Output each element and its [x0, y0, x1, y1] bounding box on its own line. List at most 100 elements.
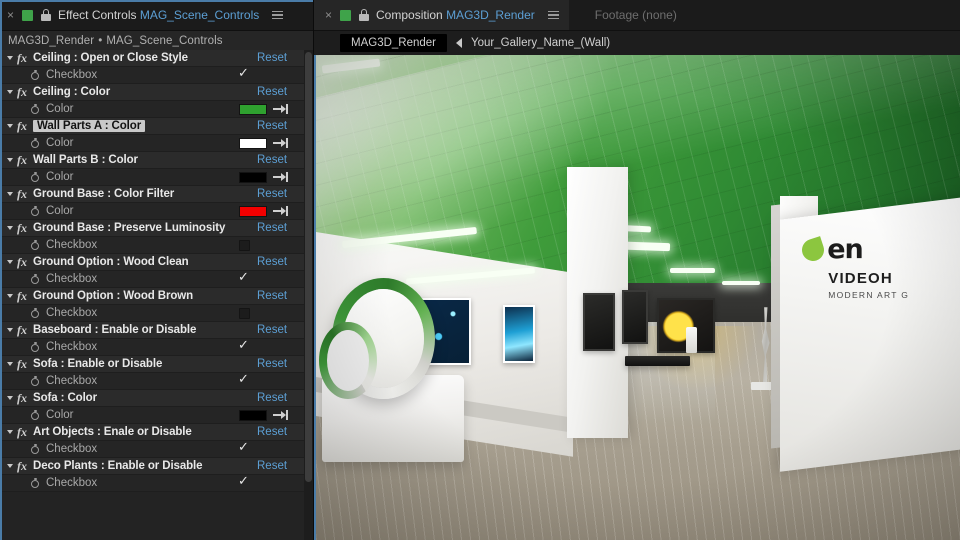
checkbox[interactable]	[238, 372, 250, 387]
color-swatch[interactable]	[239, 171, 267, 183]
stopwatch-icon[interactable]	[30, 239, 40, 251]
eyedropper-icon[interactable]	[273, 172, 289, 182]
effect-name[interactable]: Wall Parts B : Color	[33, 154, 138, 166]
disclosure-triangle-icon[interactable]	[7, 362, 13, 366]
scrollbar-thumb[interactable]	[305, 52, 312, 482]
color-swatch[interactable]	[239, 137, 267, 149]
property-row[interactable]: Checkbox	[0, 338, 313, 356]
effect-row[interactable]: fx Wall Parts B : Color Reset	[0, 152, 313, 169]
effect-row[interactable]: fx Baseboard : Enable or Disable Reset	[0, 322, 313, 339]
effect-name[interactable]: Art Objects : Enale or Disable	[33, 426, 192, 438]
tab-footage[interactable]: Footage (none)	[568, 0, 703, 30]
checkbox[interactable]	[239, 307, 250, 319]
breadcrumb-layer[interactable]: MAG_Scene_Controls	[106, 35, 222, 47]
comp-breadcrumb-name[interactable]: Your_Gallery_Name_(Wall)	[471, 37, 610, 49]
eyedropper-icon[interactable]	[273, 104, 289, 114]
disclosure-triangle-icon[interactable]	[7, 158, 13, 162]
color-swatch[interactable]	[239, 409, 267, 421]
effect-name[interactable]: Ceiling : Color	[33, 86, 110, 98]
property-row[interactable]: Checkbox	[0, 270, 313, 288]
effect-controls-tab-title[interactable]: Effect Controls MAG_Scene_Controls	[58, 8, 259, 22]
property-row[interactable]: Checkbox	[0, 474, 313, 492]
property-row[interactable]: Checkbox	[0, 440, 313, 458]
property-row[interactable]: Color	[0, 135, 313, 152]
comp-breadcrumb-chip[interactable]: MAG3D_Render	[340, 34, 448, 52]
disclosure-triangle-icon[interactable]	[7, 294, 13, 298]
effect-row[interactable]: fx Wall Parts A : Color Reset	[0, 118, 313, 135]
lock-icon[interactable]	[40, 9, 51, 21]
property-row[interactable]: Color	[0, 407, 313, 424]
checkbox[interactable]	[238, 474, 250, 489]
effect-row[interactable]: fx Sofa : Enable or Disable Reset	[0, 356, 313, 373]
disclosure-triangle-icon[interactable]	[7, 226, 13, 230]
disclosure-triangle-icon[interactable]	[7, 260, 13, 264]
composition-viewer[interactable]: en VIDEOH MODERN ART G	[314, 55, 960, 540]
disclosure-triangle-icon[interactable]	[7, 90, 13, 94]
stopwatch-icon[interactable]	[30, 273, 40, 285]
stopwatch-icon[interactable]	[30, 137, 40, 149]
property-row[interactable]: Color	[0, 203, 313, 220]
color-swatch[interactable]	[239, 103, 267, 115]
chevron-left-icon[interactable]	[456, 38, 463, 48]
stopwatch-icon[interactable]	[30, 341, 40, 353]
stopwatch-icon[interactable]	[30, 409, 40, 421]
effect-name[interactable]: Ceiling : Open or Close Style	[33, 52, 188, 64]
disclosure-triangle-icon[interactable]	[7, 430, 13, 434]
stopwatch-icon[interactable]	[30, 477, 40, 489]
effect-row[interactable]: fx Sofa : Color Reset	[0, 390, 313, 407]
effect-name[interactable]: Deco Plants : Enable or Disable	[33, 460, 203, 472]
effect-name[interactable]: Ground Option : Wood Clean	[33, 256, 189, 268]
checkbox[interactable]	[238, 66, 250, 81]
property-row[interactable]: Checkbox	[0, 237, 313, 254]
stopwatch-icon[interactable]	[30, 69, 40, 81]
disclosure-triangle-icon[interactable]	[7, 124, 13, 128]
effect-name[interactable]: Sofa : Color	[33, 392, 97, 404]
checkbox[interactable]	[238, 270, 250, 285]
property-row[interactable]: Checkbox	[0, 66, 313, 84]
effect-row[interactable]: fx Deco Plants : Enable or Disable Reset	[0, 458, 313, 475]
effect-row[interactable]: fx Ground Option : Wood Brown Reset	[0, 288, 313, 305]
stopwatch-icon[interactable]	[30, 307, 40, 319]
effect-name[interactable]: Ground Base : Color Filter	[33, 188, 174, 200]
lock-icon[interactable]	[358, 9, 369, 21]
effect-row[interactable]: fx Ground Base : Preserve Luminosity Reset	[0, 220, 313, 237]
property-row[interactable]: Checkbox	[0, 305, 313, 322]
disclosure-triangle-icon[interactable]	[7, 464, 13, 468]
effect-name[interactable]: Ground Base : Preserve Luminosity	[33, 222, 225, 234]
effect-row[interactable]: fx Ceiling : Open or Close Style Reset	[0, 50, 313, 67]
property-row[interactable]: Checkbox	[0, 372, 313, 390]
stopwatch-icon[interactable]	[30, 171, 40, 183]
stopwatch-icon[interactable]	[30, 443, 40, 455]
property-row[interactable]: Color	[0, 101, 313, 118]
effects-scrollbar[interactable]	[304, 50, 313, 540]
disclosure-triangle-icon[interactable]	[7, 396, 13, 400]
stopwatch-icon[interactable]	[30, 103, 40, 115]
checkbox[interactable]	[238, 338, 250, 353]
effect-name[interactable]: Wall Parts A : Color	[33, 120, 146, 132]
stopwatch-icon[interactable]	[30, 375, 40, 387]
effect-name[interactable]: Baseboard : Enable or Disable	[33, 324, 196, 336]
disclosure-triangle-icon[interactable]	[7, 56, 13, 60]
effect-row[interactable]: fx Ground Option : Wood Clean Reset	[0, 254, 313, 271]
property-row[interactable]: Color	[0, 169, 313, 186]
eyedropper-icon[interactable]	[273, 410, 289, 420]
panel-menu-icon[interactable]	[547, 10, 559, 20]
checkbox[interactable]	[239, 239, 250, 251]
close-icon[interactable]: ×	[6, 9, 15, 21]
breadcrumb-comp[interactable]: MAG3D_Render	[8, 35, 94, 47]
effect-name[interactable]: Sofa : Enable or Disable	[33, 358, 162, 370]
checkbox[interactable]	[238, 440, 250, 455]
disclosure-triangle-icon[interactable]	[7, 328, 13, 332]
disclosure-triangle-icon[interactable]	[7, 192, 13, 196]
eyedropper-icon[interactable]	[273, 206, 289, 216]
effect-row[interactable]: fx Art Objects : Enale or Disable Reset	[0, 424, 313, 441]
effect-name[interactable]: Ground Option : Wood Brown	[33, 290, 193, 302]
effect-row[interactable]: fx Ground Base : Color Filter Reset	[0, 186, 313, 203]
close-icon[interactable]: ×	[324, 9, 333, 21]
panel-menu-icon[interactable]	[272, 10, 284, 20]
effect-row[interactable]: fx Ceiling : Color Reset	[0, 84, 313, 101]
eyedropper-icon[interactable]	[273, 138, 289, 148]
color-swatch[interactable]	[239, 205, 267, 217]
composition-tab[interactable]: × Composition MAG3D_Render	[314, 0, 569, 30]
stopwatch-icon[interactable]	[30, 205, 40, 217]
